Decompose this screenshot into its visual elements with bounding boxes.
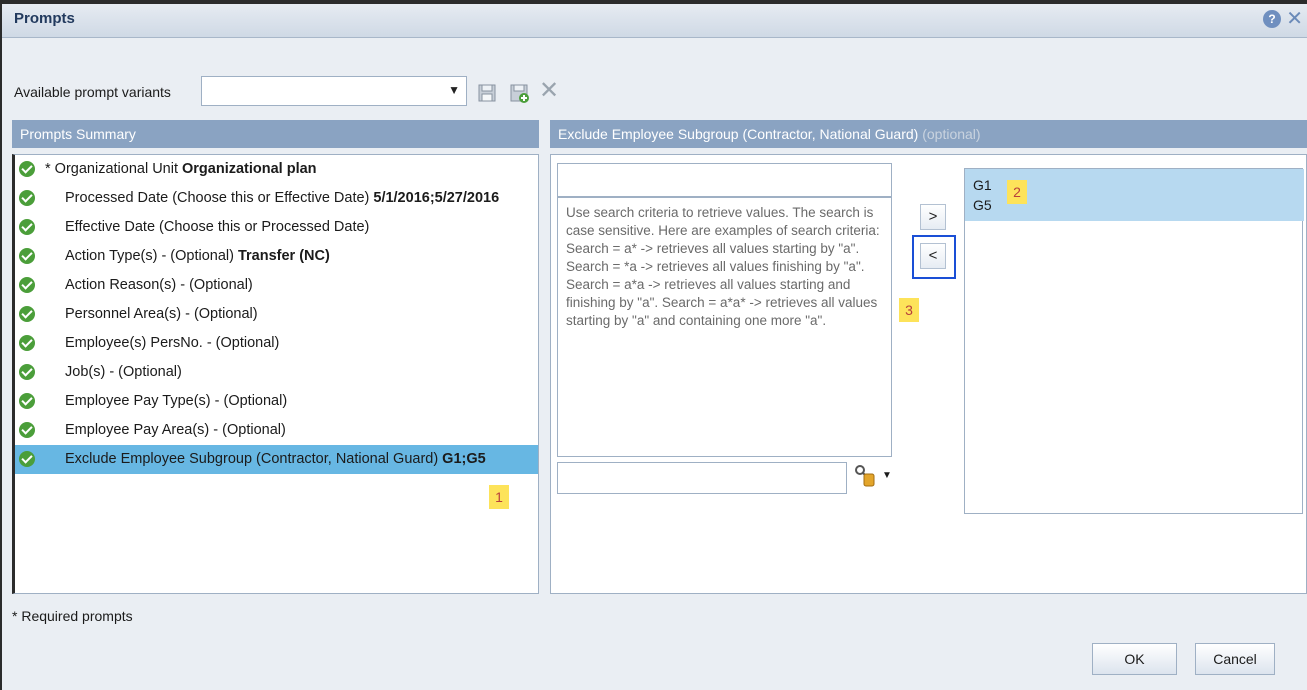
- search-input[interactable]: [557, 462, 847, 494]
- check-circle-icon: [19, 277, 35, 293]
- prompt-row[interactable]: Effective Date (Choose this or Processed…: [15, 213, 538, 242]
- annotation-badge-3: 3: [899, 298, 919, 322]
- check-circle-icon: [19, 219, 35, 235]
- prompt-name: Employee Pay Area(s) - (Optional): [65, 422, 286, 438]
- check-circle-icon: [19, 393, 35, 409]
- prompt-label: * Organizational Unit Organizational plan: [45, 155, 317, 184]
- save-as-icon[interactable]: [509, 82, 529, 104]
- close-icon[interactable]: ✕: [1286, 6, 1303, 31]
- prompt-name: Processed Date (Choose this or Effective…: [65, 190, 370, 206]
- prompt-row[interactable]: Personnel Area(s) - (Optional): [15, 300, 538, 329]
- annotation-badge-2: 2: [1007, 180, 1027, 204]
- prompt-name: Action Reason(s) - (Optional): [65, 277, 253, 293]
- check-circle-icon: [19, 451, 35, 467]
- prompt-name: Employee(s) PersNo. - (Optional): [65, 335, 280, 351]
- title-bar: Prompts ? ✕: [2, 0, 1307, 38]
- check-circle-icon: [19, 306, 35, 322]
- check-circle-icon: [19, 422, 35, 438]
- prompt-name: Employee Pay Type(s) - (Optional): [65, 393, 288, 409]
- prompt-row[interactable]: Action Type(s) - (Optional) Transfer (NC): [15, 242, 538, 271]
- help-icon[interactable]: ?: [1263, 10, 1281, 28]
- prompt-name: Exclude Employee Subgroup (Contractor, N…: [65, 451, 439, 467]
- prompt-row[interactable]: Employee(s) PersNo. - (Optional): [15, 329, 538, 358]
- chevron-down-icon[interactable]: ▼: [448, 83, 460, 97]
- prompt-value: Organizational plan: [182, 161, 317, 177]
- prompt-name: Job(s) - (Optional): [65, 364, 182, 380]
- delete-icon[interactable]: ✕: [539, 76, 559, 104]
- prompt-row[interactable]: Exclude Employee Subgroup (Contractor, N…: [15, 445, 538, 474]
- prompt-label: Exclude Employee Subgroup (Contractor, N…: [65, 445, 486, 474]
- prompt-label: Action Type(s) - (Optional) Transfer (NC): [65, 242, 330, 271]
- prompt-label: Employee(s) PersNo. - (Optional): [65, 329, 283, 358]
- search-hint: Use search criteria to retrieve values. …: [557, 197, 892, 457]
- prompt-name: Personnel Area(s) - (Optional): [65, 306, 258, 322]
- prompt-name: Action Type(s) - (Optional): [65, 248, 234, 264]
- selected-values-list[interactable]: G1 G5: [964, 168, 1304, 514]
- prompts-summary-list: * Organizational Unit Organizational plan…: [12, 154, 539, 594]
- check-circle-icon: [19, 161, 35, 177]
- annotation-badge-1: 1: [489, 485, 509, 509]
- search-tools-icon[interactable]: [854, 464, 876, 488]
- prompts-dialog: Prompts ? ✕ Available prompt variants ▼ …: [0, 0, 1307, 690]
- prompt-row[interactable]: Employee Pay Area(s) - (Optional): [15, 416, 538, 445]
- save-icon[interactable]: [477, 82, 497, 104]
- prompt-label: Employee Pay Type(s) - (Optional): [65, 387, 291, 416]
- check-circle-icon: [19, 248, 35, 264]
- add-value-button[interactable]: >: [920, 204, 946, 230]
- chevron-down-icon[interactable]: ▼: [882, 470, 892, 481]
- prompt-value: Transfer (NC): [237, 248, 330, 264]
- prompt-label: Effective Date (Choose this or Processed…: [65, 213, 373, 242]
- prompt-row[interactable]: Job(s) - (Optional): [15, 358, 538, 387]
- summary-header: Prompts Summary: [12, 120, 539, 148]
- variants-row: Available prompt variants ▼ ✕: [2, 70, 1302, 110]
- prompt-row[interactable]: * Organizational Unit Organizational plan: [15, 155, 538, 184]
- prompt-value: G1;G5: [442, 451, 486, 467]
- selected-value[interactable]: G5: [973, 197, 992, 213]
- prompt-label: Employee Pay Area(s) - (Optional): [65, 416, 290, 445]
- check-circle-icon: [19, 190, 35, 206]
- prompt-name: * Organizational Unit: [45, 161, 178, 177]
- dialog-title: Prompts: [14, 10, 75, 27]
- detail-header: Exclude Employee Subgroup (Contractor, N…: [550, 120, 1307, 148]
- optional-tag: (optional): [922, 126, 981, 142]
- prompt-label: Action Reason(s) - (Optional): [65, 271, 257, 300]
- variants-select[interactable]: ▼: [201, 76, 467, 106]
- prompt-label: Job(s) - (Optional): [65, 358, 186, 387]
- detail-title: Exclude Employee Subgroup (Contractor, N…: [558, 126, 919, 142]
- prompt-name: Effective Date (Choose this or Processed…: [65, 219, 370, 235]
- cancel-button[interactable]: Cancel: [1195, 643, 1275, 675]
- prompt-row[interactable]: Action Reason(s) - (Optional): [15, 271, 538, 300]
- check-circle-icon: [19, 364, 35, 380]
- prompt-label: Personnel Area(s) - (Optional): [65, 300, 262, 329]
- ok-button[interactable]: OK: [1092, 643, 1177, 675]
- required-prompts-note: * Required prompts: [12, 608, 133, 624]
- value-list-field[interactable]: [557, 163, 892, 197]
- check-circle-icon: [19, 335, 35, 351]
- variants-label: Available prompt variants: [14, 84, 171, 100]
- prompt-label: Processed Date (Choose this or Effective…: [65, 184, 499, 213]
- selected-value[interactable]: G1: [973, 177, 992, 193]
- prompt-value: 5/1/2016;5/27/2016: [373, 190, 500, 206]
- prompt-row[interactable]: Processed Date (Choose this or Effective…: [15, 184, 538, 213]
- remove-value-button[interactable]: <: [920, 243, 946, 269]
- prompt-row[interactable]: Employee Pay Type(s) - (Optional): [15, 387, 538, 416]
